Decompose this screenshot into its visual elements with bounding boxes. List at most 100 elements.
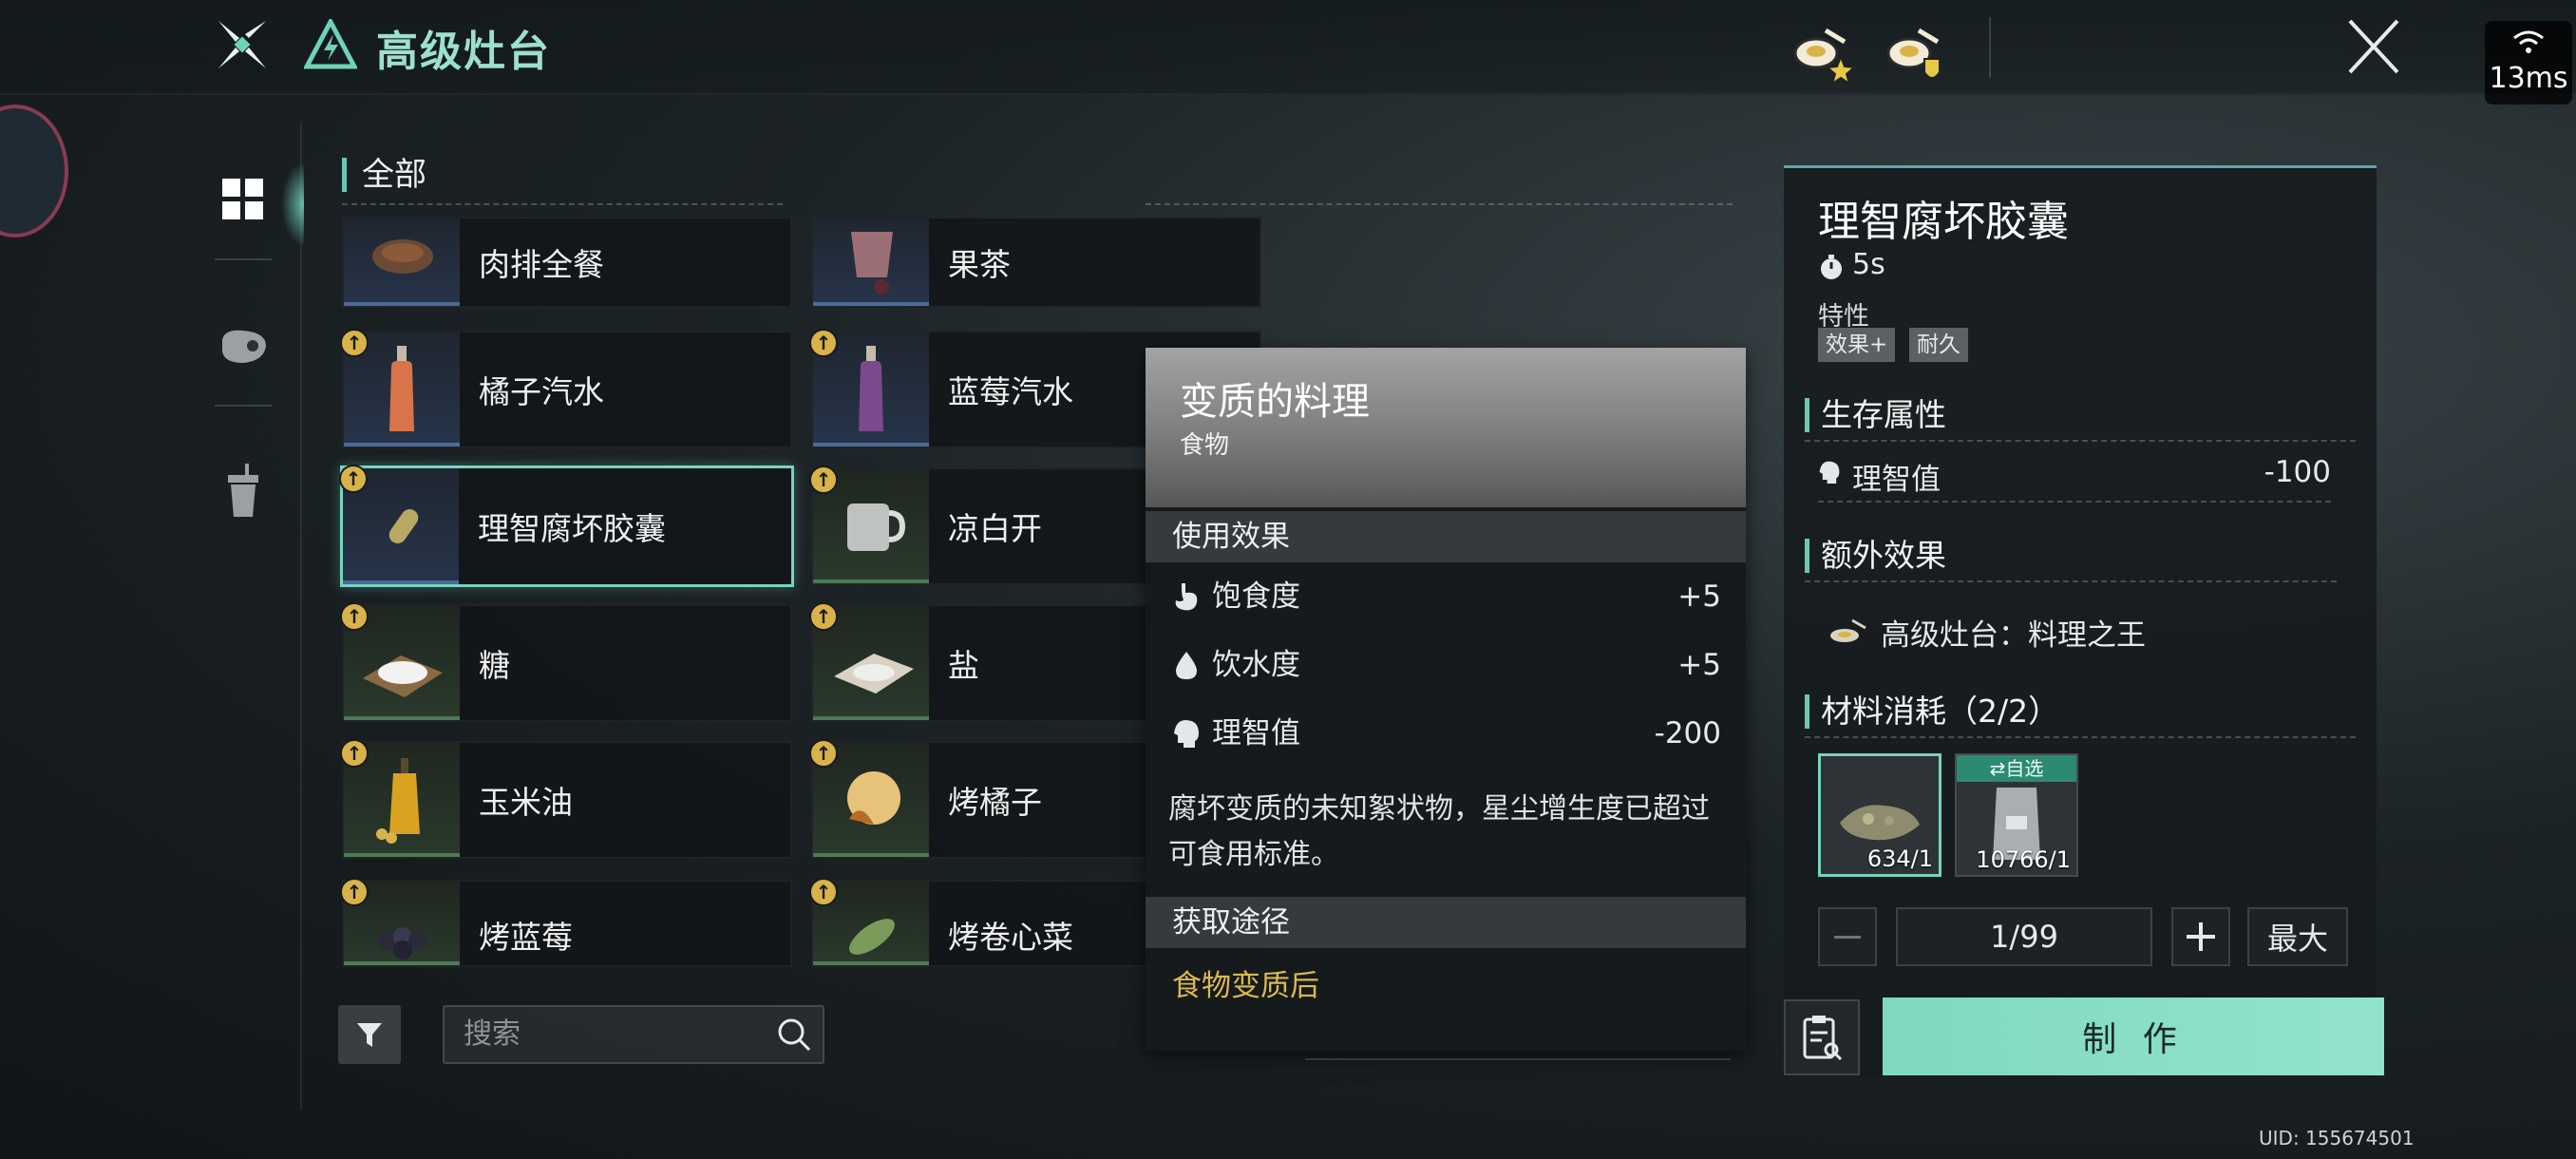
- stat-label: 理智值: [1212, 716, 1300, 750]
- recipe-card-selected[interactable]: 理智腐坏胶囊 ↑: [339, 465, 794, 587]
- plus-icon: [2187, 922, 2215, 951]
- recipe-name: 烤卷心菜: [948, 919, 1073, 956]
- section-divider: [1805, 440, 2356, 442]
- auto-select-tag[interactable]: ⇄自选: [1957, 755, 2076, 782]
- recipe-name: 果茶: [948, 246, 1011, 283]
- upgrade-badge-icon: ↑: [340, 329, 369, 357]
- category-all-grid-icon[interactable]: [222, 179, 264, 220]
- tooltip-description: 腐坏变质的未知絮状物，星尘增生度已超过可食用标准。: [1168, 792, 1710, 871]
- recipe-name: 理智腐坏胶囊: [478, 510, 666, 547]
- filter-button[interactable]: [338, 1005, 401, 1064]
- decrease-quantity-button[interactable]: [1818, 907, 1877, 966]
- page-title: 高级灶台: [376, 28, 551, 76]
- upgrade-badge-icon: ↑: [340, 739, 369, 768]
- cooking-bonus-shield-icon[interactable]: [1883, 23, 1949, 86]
- steak-meal-icon: [344, 218, 460, 306]
- trait-tag: 耐久: [1909, 328, 1968, 362]
- stat-label: 理智值: [1852, 463, 1941, 497]
- cooking-pot-icon: [1830, 618, 1866, 642]
- recipe-card[interactable]: 橘子汽水 ↑: [340, 329, 792, 448]
- material-slot[interactable]: ⇄自选 10766/1: [1955, 753, 2078, 877]
- recipe-card[interactable]: 果茶: [811, 217, 1261, 308]
- recipe-info-button[interactable]: [1784, 999, 1860, 1075]
- make-button[interactable]: 制 作: [1883, 998, 2384, 1075]
- clipboard-search-icon: [1803, 1016, 1843, 1061]
- cooking-bonus-star-icon[interactable]: [1790, 23, 1857, 86]
- stat-value: -100: [2263, 455, 2331, 489]
- recipe-card[interactable]: 肉排全餐: [342, 217, 792, 308]
- trait-tag: 效果+: [1818, 328, 1896, 362]
- source-text: 食物变质后: [1172, 969, 1319, 1003]
- recipe-card[interactable]: 烤蓝莓 ↑: [340, 878, 792, 967]
- search-icon[interactable]: [775, 1016, 813, 1054]
- recipe-card[interactable]: 糖 ↑: [340, 602, 792, 722]
- recipe-name: 蓝莓汽水: [948, 373, 1073, 410]
- nav-active-indicator: [281, 162, 304, 247]
- material-count: 634/1: [1866, 846, 1933, 872]
- tooltip-subtitle: 食物: [1180, 431, 1230, 460]
- max-quantity-button[interactable]: 最大: [2247, 907, 2348, 966]
- upgrade-badge-icon: ↑: [809, 602, 838, 631]
- upgrade-badge-icon: ↑: [340, 602, 369, 631]
- side-logo-icon[interactable]: [0, 104, 68, 238]
- recipe-name: 橘子汽水: [479, 373, 604, 410]
- material-slot[interactable]: 634/1: [1818, 753, 1941, 877]
- tooltip-stat-row: 饱食度 +5: [1172, 568, 1721, 625]
- fruit-tea-icon: [813, 218, 929, 306]
- head-icon: [1174, 720, 1199, 748]
- category-drink-icon[interactable]: [226, 464, 260, 517]
- tooltip-stat-row: 理智值 -200: [1172, 705, 1721, 762]
- survival-section-title: 生存属性: [1805, 398, 1946, 432]
- stat-value: +5: [1677, 648, 1721, 682]
- section-divider: [342, 203, 783, 205]
- upgrade-badge-icon: ↑: [339, 465, 368, 493]
- use-effect-header: 使用效果: [1146, 511, 1746, 562]
- recipe-name: 糖: [479, 647, 510, 684]
- stat-label: 饮水度: [1212, 648, 1300, 682]
- section-title: 全部: [342, 158, 426, 192]
- user-id: UID: 155674501: [2259, 1127, 2415, 1150]
- extra-effect-section-title: 额外效果: [1805, 539, 1946, 573]
- recipe-detail-panel: 理智腐坏胶囊 5s 特性 效果+ 耐久 生存属性 理智值 -100 额外效果 高…: [1784, 165, 2377, 1077]
- section-divider: [1805, 580, 2337, 582]
- section-divider: [1146, 203, 1733, 205]
- row-divider: [1818, 501, 2331, 503]
- recipe-name: 烤蓝莓: [479, 919, 573, 956]
- swap-icon: ⇄: [1989, 757, 2006, 780]
- recipe-name: 盐: [948, 647, 979, 684]
- header-divider: [1989, 17, 1991, 78]
- tooltip-header: 变质的料理 食物: [1146, 348, 1746, 507]
- materials-section-title: 材料消耗（2/2）: [1805, 694, 2059, 729]
- increase-quantity-button[interactable]: [2171, 907, 2230, 966]
- stat-value: +5: [1677, 580, 1721, 614]
- recipe-name: 肉排全餐: [479, 246, 604, 283]
- stomach-icon: [1175, 583, 1198, 611]
- upgrade-badge-icon: ↑: [340, 878, 369, 906]
- stat-label: 饱食度: [1212, 580, 1300, 614]
- search-input[interactable]: 搜索: [443, 1005, 824, 1064]
- craft-time: 5s: [1852, 248, 1885, 281]
- head-icon: [1819, 461, 1840, 484]
- section-divider: [1805, 736, 2356, 738]
- timer-icon: [1821, 255, 1842, 279]
- close-icon[interactable]: [2346, 17, 2401, 76]
- upgrade-badge-icon: ↑: [809, 878, 838, 906]
- water-drop-icon: [1176, 652, 1197, 679]
- upgrade-badge-icon: ↑: [809, 329, 838, 357]
- search-placeholder: 搜索: [464, 1017, 521, 1051]
- extra-effect-text: 高级灶台：料理之王: [1881, 618, 2146, 653]
- list-bottom-line: [1305, 1058, 1731, 1060]
- tooltip-title: 变质的料理: [1180, 380, 1370, 424]
- wifi-icon: [2513, 30, 2544, 53]
- category-meat-icon[interactable]: [217, 327, 270, 367]
- nav-divider: [300, 122, 302, 1110]
- filter-icon: [357, 1023, 382, 1047]
- recipe-card[interactable]: 玉米油 ↑: [340, 739, 792, 859]
- quantity-field[interactable]: 1/99: [1896, 907, 2152, 966]
- recipe-name: 凉白开: [948, 510, 1042, 547]
- upgrade-badge-icon: ↑: [809, 739, 838, 768]
- upgrade-badge-icon: ↑: [809, 466, 838, 494]
- detail-title: 理智腐坏胶囊: [1818, 198, 2069, 246]
- recipe-name: 玉米油: [479, 784, 573, 821]
- menu-logo-icon[interactable]: [215, 17, 270, 72]
